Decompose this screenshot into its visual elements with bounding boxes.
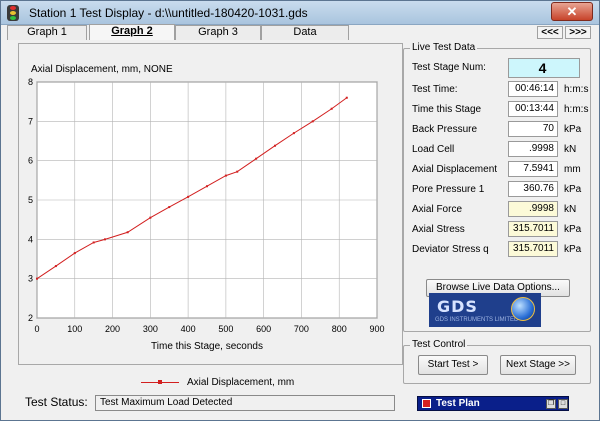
data-point <box>187 195 190 198</box>
traffic-light-icon <box>7 5 19 21</box>
data-point <box>206 185 208 188</box>
test-status-label: Test Status: <box>25 395 88 409</box>
gds-logo-text: GDS <box>437 297 478 316</box>
test-control-group: Test Control Start Test > Next Stage >> <box>403 339 591 384</box>
data-point <box>92 241 95 244</box>
tab-graph-1[interactable]: Graph 1 <box>7 25 87 40</box>
data-point <box>311 120 314 123</box>
legend-marker <box>158 380 162 384</box>
x-tick-label: 800 <box>332 324 347 334</box>
test-plan-icon <box>422 399 431 408</box>
live-row-label: Pore Pressure 1 <box>412 184 485 195</box>
live-row-unit: kPa <box>564 244 582 255</box>
y-tick-label: 8 <box>28 77 33 87</box>
prev-tab-button[interactable]: <<< <box>537 26 563 39</box>
data-point <box>345 96 348 99</box>
data-point <box>255 157 258 160</box>
data-point <box>36 277 38 280</box>
title-bar: Station 1 Test Display - d:\\untitled-18… <box>1 1 599 25</box>
x-tick-label: 900 <box>369 324 384 334</box>
y-tick-label: 3 <box>28 274 33 284</box>
displacement-chart: 0 100 200 300 400 500 600 700 800 900 2 3 4 5 6 7 8 Time … <box>28 77 385 352</box>
live-row-value: 7.5941 <box>508 161 558 177</box>
chart-legend: Axial Displacement, mm <box>141 377 381 389</box>
live-row-label: Deviator Stress q <box>412 244 489 255</box>
live-row-value: 315.7011 <box>508 241 558 257</box>
live-row-value: 00:13:44 <box>508 101 558 117</box>
data-point <box>274 144 276 147</box>
live-row-unit: h:m:s <box>564 104 589 115</box>
test-plan-window[interactable]: Test Plan ❐ □ <box>417 396 569 411</box>
live-test-data-group: Live Test Data Test Stage Num: 4 Test Time… <box>403 42 591 332</box>
data-point <box>104 238 106 241</box>
live-row-label: Test Time: <box>412 84 458 95</box>
next-tab-button[interactable]: >>> <box>565 26 591 39</box>
live-row-label: Time this Stage <box>412 104 482 115</box>
live-row-unit: kN <box>564 204 577 215</box>
globe-icon <box>511 297 535 321</box>
live-row-label: Back Pressure <box>412 124 478 135</box>
live-row-unit: kPa <box>564 184 582 195</box>
close-button[interactable]: ✕ <box>551 2 593 21</box>
start-test-button[interactable]: Start Test > <box>418 355 488 375</box>
test-status-field: Test Maximum Load Detected <box>95 395 395 411</box>
x-tick-label: 600 <box>256 324 271 334</box>
gds-logo-subtext: GDS INSTRUMENTS LIMITED <box>435 317 519 323</box>
live-row-label: Load Cell <box>412 144 455 155</box>
tab-graph-2[interactable]: Graph 2 <box>89 24 175 40</box>
graph-panel: Axial Displacement, mm, NONE 0 100 200 300 4… <box>18 43 403 365</box>
live-row-label: Test Stage Num: <box>412 62 486 73</box>
data-point <box>292 132 295 135</box>
live-row-value: 4 <box>508 58 580 78</box>
next-stage-button[interactable]: Next Stage >> <box>500 355 576 375</box>
live-row-value: 70 <box>508 121 558 137</box>
data-point <box>54 265 57 268</box>
data-point <box>149 216 152 219</box>
live-row-value: 360.76 <box>508 181 558 197</box>
tab-graph-3[interactable]: Graph 3 <box>175 25 261 40</box>
test-control-label: Test Control <box>410 339 468 351</box>
x-tick-label: 700 <box>294 324 309 334</box>
live-row-value: 00:46:14 <box>508 81 558 97</box>
live-row-unit: mm <box>564 164 581 175</box>
live-row-label: Axial Force <box>412 204 463 215</box>
data-point <box>73 252 76 255</box>
data-point <box>224 174 227 177</box>
live-test-data-label: Live Test Data <box>410 42 478 54</box>
y-tick-label: 7 <box>28 116 33 126</box>
live-row-value: 315.7011 <box>508 221 558 237</box>
window-title: Station 1 Test Display - d:\\untitled-18… <box>29 6 308 20</box>
x-tick-label: 400 <box>181 324 196 334</box>
restore-icon[interactable]: ❐ <box>546 399 556 409</box>
y-tick-label: 5 <box>28 195 33 205</box>
maximize-icon[interactable]: □ <box>558 399 568 409</box>
y-tick-label: 6 <box>28 156 33 166</box>
legend-label: Axial Displacement, mm <box>187 377 295 388</box>
gds-logo: GDS GDS INSTRUMENTS LIMITED <box>429 293 541 327</box>
y-tick-label: 2 <box>28 313 33 323</box>
live-row-unit: kN <box>564 144 577 155</box>
live-row-value: .9998 <box>508 141 558 157</box>
test-plan-title: Test Plan <box>436 398 480 409</box>
x-tick-label: 0 <box>34 324 39 334</box>
data-point <box>330 107 333 110</box>
live-row-value: .9998 <box>508 201 558 217</box>
x-tick-label: 300 <box>143 324 158 334</box>
live-row-unit: h:m:s <box>564 84 589 95</box>
data-point <box>236 170 239 173</box>
data-point <box>168 206 171 209</box>
x-tick-label: 500 <box>218 324 233 334</box>
test-display-window: Station 1 Test Display - d:\\untitled-18… <box>0 0 600 421</box>
live-row-unit: kPa <box>564 224 582 235</box>
x-tick-label: 200 <box>105 324 120 334</box>
tab-data[interactable]: Data <box>261 25 349 40</box>
x-tick-label: 100 <box>67 324 82 334</box>
x-axis-label: Time this Stage, seconds <box>151 341 263 352</box>
live-row-unit: kPa <box>564 124 582 135</box>
live-row-label: Axial Stress <box>412 224 465 235</box>
y-tick-label: 4 <box>28 234 33 244</box>
live-row-label: Axial Displacement <box>412 164 498 175</box>
data-point <box>126 231 129 234</box>
